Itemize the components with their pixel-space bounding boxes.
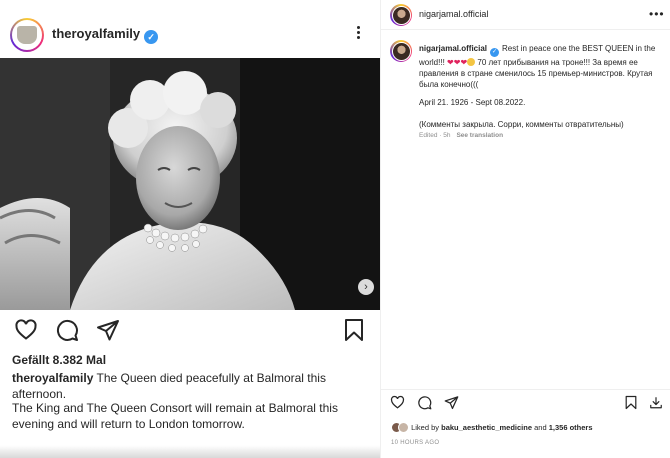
- more-icon[interactable]: •••: [649, 7, 665, 21]
- right-pane: nigarjamal.official ••• nigarjamal.offic…: [380, 0, 670, 458]
- caption-username[interactable]: theroyalfamily: [12, 371, 93, 385]
- divider: [381, 389, 670, 390]
- crying-face-emoji: [467, 58, 476, 66]
- comment-note: (Комменты закрыла. Сорри, комменты отвра…: [419, 120, 624, 129]
- right-header: nigarjamal.official •••: [381, 0, 670, 30]
- post-caption-paragraph: The King and The Queen Consort will rema…: [12, 401, 338, 431]
- comment-icon[interactable]: [55, 318, 79, 342]
- heart-icon[interactable]: [14, 318, 38, 342]
- download-icon[interactable]: [649, 395, 663, 410]
- verified-badge-icon: ✓: [144, 30, 159, 44]
- next-arrow-icon[interactable]: ›: [358, 279, 374, 295]
- post-caption: theroyalfamily The Queen died peacefully…: [12, 370, 372, 402]
- edited-label: Edited · 5h: [419, 132, 451, 139]
- comment-dates: April 21. 1926 - Sept 08.2022.: [419, 98, 526, 107]
- post-photo[interactable]: ›: [0, 58, 380, 310]
- comment-text: nigarjamal.official ✓ Rest in peace one th…: [419, 43, 665, 90]
- verified-badge-icon: ✓: [490, 48, 500, 57]
- post-header: theroyalfamily ✓: [0, 0, 380, 58]
- hearts-emoji: ❤❤❤: [447, 58, 468, 67]
- comment-username[interactable]: nigarjamal.official: [419, 44, 487, 53]
- share-icon[interactable]: [444, 395, 459, 410]
- timestamp[interactable]: 10 HOURS AGO: [391, 440, 439, 446]
- heart-icon[interactable]: [390, 395, 405, 410]
- bottom-fade: [0, 440, 380, 458]
- post-actions: [0, 318, 380, 346]
- crest-logo: [17, 26, 37, 44]
- liked-by-prefix: Liked by: [411, 423, 440, 432]
- share-icon[interactable]: [96, 318, 120, 342]
- liked-by: Liked by baku_aesthetic_medicine and 1,3…: [391, 421, 670, 435]
- header-username[interactable]: nigarjamal.official: [419, 9, 488, 19]
- username[interactable]: theroyalfamily ✓: [52, 26, 159, 44]
- comment-icon[interactable]: [417, 395, 432, 410]
- bookmark-icon[interactable]: [344, 318, 364, 342]
- left-post: theroyalfamily ✓ › Gefällt 8.382 Mal the…: [0, 0, 380, 458]
- bookmark-icon[interactable]: [625, 395, 637, 410]
- avatar[interactable]: [10, 18, 44, 52]
- more-icon[interactable]: [350, 24, 366, 44]
- liked-by-user[interactable]: baku_aesthetic_medicine: [441, 423, 532, 432]
- avatar[interactable]: [390, 4, 412, 26]
- avatar[interactable]: [398, 422, 409, 433]
- liked-by-others[interactable]: 1,356 others: [549, 423, 593, 432]
- liked-by-and: and: [534, 423, 547, 432]
- post-actions: [381, 395, 670, 413]
- see-translation-link[interactable]: See translation: [456, 132, 503, 139]
- comment-meta: Edited · 5h See translation: [419, 132, 503, 139]
- avatar[interactable]: [390, 40, 412, 62]
- like-count[interactable]: Gefällt 8.382 Mal: [12, 353, 106, 367]
